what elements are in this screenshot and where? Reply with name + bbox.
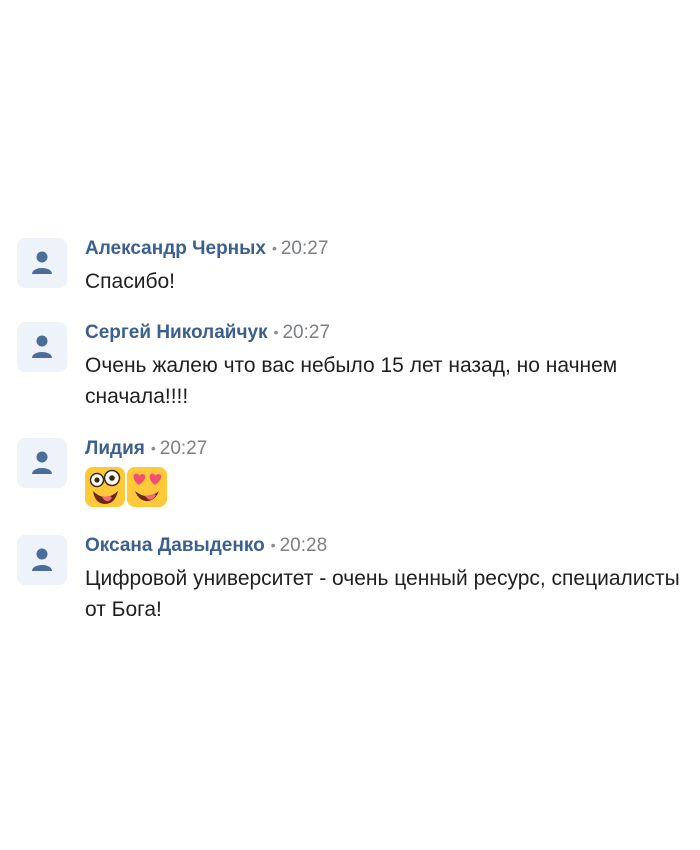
comment-time[interactable]: 20:27 bbox=[160, 438, 208, 459]
comment-author[interactable]: Лидия bbox=[85, 438, 145, 459]
avatar[interactable] bbox=[17, 238, 67, 288]
comment-time[interactable]: 20:28 bbox=[280, 535, 328, 556]
user-silhouette-icon bbox=[32, 251, 52, 274]
meta-separator: • bbox=[271, 240, 277, 256]
meta-separator: • bbox=[273, 324, 279, 340]
comment-author[interactable]: Сергей Николайчук bbox=[85, 322, 268, 343]
user-silhouette-icon bbox=[32, 548, 52, 571]
emoji-row bbox=[85, 467, 687, 507]
avatar[interactable] bbox=[17, 438, 67, 488]
comment-text: Спасибо! bbox=[85, 270, 175, 293]
comment-author[interactable]: Александр Черных bbox=[85, 238, 266, 259]
comment-author[interactable]: Оксана Давыденко bbox=[85, 535, 265, 556]
comment-time[interactable]: 20:27 bbox=[281, 238, 329, 259]
comment-text: Цифровой университет - очень ценный ресу… bbox=[85, 567, 686, 621]
heart-eyes-emoji-icon bbox=[127, 467, 167, 507]
crazy-face-emoji-icon bbox=[85, 467, 125, 507]
avatar[interactable] bbox=[17, 322, 67, 372]
comment-text: Очень жалею что вас небыло 15 лет назад,… bbox=[85, 354, 624, 408]
user-silhouette-icon bbox=[32, 335, 52, 358]
comment-time[interactable]: 20:27 bbox=[282, 322, 330, 343]
meta-separator: • bbox=[150, 440, 156, 456]
meta-separator: • bbox=[270, 537, 276, 553]
avatar[interactable] bbox=[17, 535, 67, 585]
user-silhouette-icon bbox=[32, 451, 52, 474]
